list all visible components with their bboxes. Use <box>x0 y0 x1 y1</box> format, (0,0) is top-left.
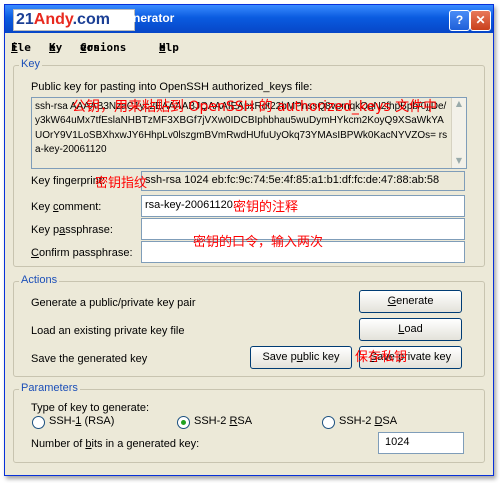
load-text: Load an existing private key file <box>31 325 185 337</box>
title-bar[interactable]: 21Andy.com nerator ? ✕ <box>5 5 493 33</box>
key-group-title: Key <box>19 58 42 70</box>
radio-ssh2-dsa[interactable] <box>322 416 335 429</box>
annotation-fingerprint: 密钥指纹 <box>95 176 148 191</box>
scroll-down-icon[interactable]: ▼ <box>454 156 464 167</box>
annotation-passphrase: 密钥的口令，输入两次 <box>193 235 324 250</box>
key-type-label: Type of key to generate: <box>31 402 150 414</box>
radio-ssh1-rsa-label: SSH-1 (RSA) <box>49 415 115 427</box>
selected-dot-icon <box>181 420 186 425</box>
public-key-scrollbar[interactable]: ▲ ▼ <box>451 98 466 168</box>
annotation-public-key: 公钥，用来粘贴到 OpenSSH 的 authorized_keys 文件中 <box>72 99 438 115</box>
bits-label: Number of bits in a generated key: <box>31 438 200 450</box>
scroll-up-icon[interactable]: ▲ <box>454 99 464 110</box>
passphrase-label: Key passphrase: <box>31 224 113 236</box>
save-public-key-button[interactable]: Save public key <box>250 346 352 369</box>
close-button[interactable]: ✕ <box>470 10 491 31</box>
load-button[interactable]: Load <box>359 318 462 341</box>
help-button[interactable]: ? <box>449 10 470 31</box>
annotation-comment: 密钥的注释 <box>233 200 299 215</box>
bits-field[interactable]: 1024 <box>378 432 464 454</box>
menu-bar: File Key Con v ersions Help <box>11 41 179 54</box>
fingerprint-field[interactable]: ssh-rsa 1024 eb:fc:9c:74:5e:4f:85:a1:b1:… <box>141 171 465 191</box>
watermark-logo: 21Andy.com <box>13 9 135 31</box>
generate-text: Generate a public/private key pair <box>31 297 196 309</box>
puttygen-window: 21Andy.com nerator ? ✕ File Key Con v ersi… <box>4 4 494 476</box>
radio-ssh1-rsa[interactable] <box>32 416 45 429</box>
fingerprint-label: Key fingerprint: <box>31 175 105 187</box>
annotation-save-private: 保存私钥 <box>355 350 408 365</box>
radio-ssh2-dsa-label: SSH-2 DSA <box>339 415 398 427</box>
parameters-group-title: Parameters <box>19 382 80 394</box>
radio-ssh2-rsa-label: SSH-2 RSA <box>194 415 253 427</box>
actions-group-title: Actions <box>19 274 60 286</box>
radio-ssh2-rsa[interactable] <box>177 416 190 429</box>
public-key-label: Public key for pasting into OpenSSH auth… <box>31 81 313 93</box>
save-text: Save the generated key <box>31 353 148 365</box>
window-title: nerator <box>133 11 175 25</box>
confirm-passphrase-label: Confirm passphrase: <box>31 247 133 259</box>
generate-button[interactable]: Generate <box>359 290 462 313</box>
comment-field[interactable]: rsa-key-20061120 <box>141 195 465 217</box>
comment-label: Key comment: <box>31 201 102 213</box>
